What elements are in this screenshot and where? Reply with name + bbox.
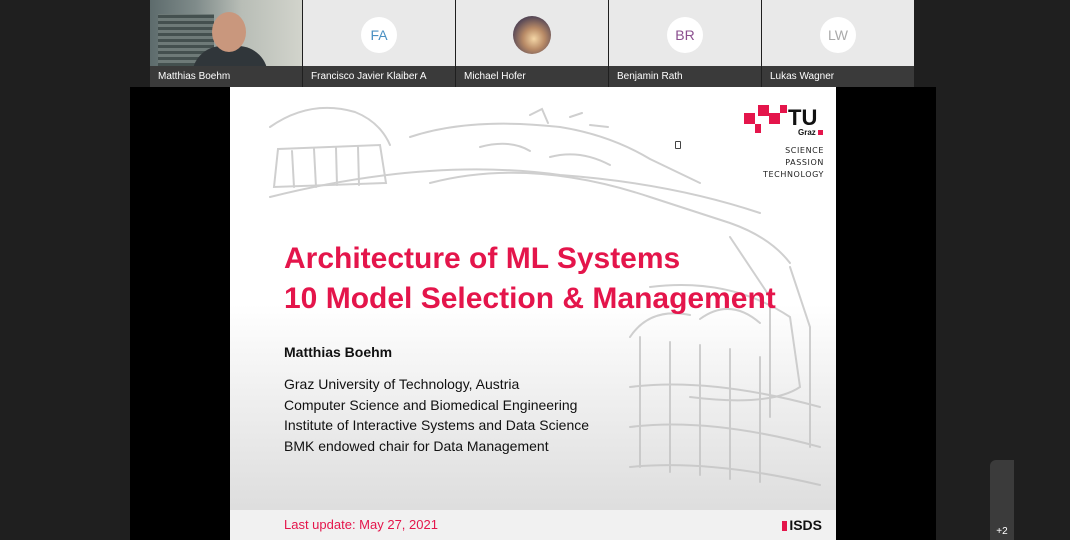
tu-text: TU [788, 105, 817, 130]
slide-affiliation: Graz University of Technology, Austria C… [284, 374, 589, 456]
tagline-technology: TECHNOLOGY [763, 170, 824, 179]
participant-name: Lukas Wagner [762, 66, 914, 87]
tu-graz-logo: TU Graz SCIENCE PASSION TECHNOLOGY [744, 105, 824, 181]
slide-title-line-2: 10 Model Selection & Management [284, 282, 776, 315]
isds-logo-text: ISDS [789, 517, 822, 533]
mouse-cursor [675, 141, 681, 149]
participant-initials: LW [820, 17, 856, 53]
slide-footer: Last update: May 27, 2021 ISDS [230, 510, 836, 540]
isds-logo: ISDS [782, 517, 822, 533]
tu-graz-logo-mark: TU Graz [744, 105, 823, 137]
participant-name: Matthias Boehm [150, 66, 302, 87]
slide-title-line-1: Architecture of ML Systems [284, 242, 681, 275]
more-participants-count: +2 [996, 526, 1008, 537]
slide-author: Matthias Boehm [284, 344, 393, 360]
affiliation-line: Computer Science and Biomedical Engineer… [284, 396, 578, 413]
participant-video [150, 0, 302, 76]
participant-name: Benjamin Rath [609, 66, 761, 87]
more-participants-button[interactable]: +2 [990, 460, 1014, 540]
tagline-science: SCIENCE [785, 146, 824, 155]
tagline-passion: PASSION [785, 158, 824, 167]
shared-screen: TU Graz SCIENCE PASSION TECHNOLOGY Archi… [130, 87, 936, 540]
graz-text: Graz [798, 128, 816, 137]
participant-tile-lukas-wagner[interactable]: LW Lukas Wagner [762, 0, 914, 87]
affiliation-line: Graz University of Technology, Austria [284, 376, 520, 392]
participant-tile-matthias-boehm[interactable]: Matthias Boehm [150, 0, 302, 87]
presentation-slide: TU Graz SCIENCE PASSION TECHNOLOGY Archi… [230, 87, 836, 540]
last-update: Last update: May 27, 2021 [284, 517, 438, 532]
participant-strip: Matthias Boehm FA Francisco Javier Klaib… [150, 0, 915, 87]
participant-avatar [513, 16, 551, 54]
isds-logo-mark [782, 521, 788, 531]
participant-tile-benjamin-rath[interactable]: BR Benjamin Rath [609, 0, 761, 87]
participant-tile-francisco[interactable]: FA Francisco Javier Klaiber A [303, 0, 455, 87]
participant-initials: FA [361, 17, 397, 53]
affiliation-line: BMK endowed chair for Data Management [284, 437, 549, 454]
participant-name: Michael Hofer [456, 66, 608, 87]
participant-tile-michael-hofer[interactable]: Michael Hofer [456, 0, 608, 87]
affiliation-line: Institute of Interactive Systems and Dat… [284, 417, 590, 433]
participant-initials: BR [667, 17, 703, 53]
slide-title: Architecture of ML Systems 10 Model Sele… [284, 239, 776, 319]
person-head [212, 12, 246, 52]
participant-name: Francisco Javier Klaiber A [303, 66, 455, 87]
